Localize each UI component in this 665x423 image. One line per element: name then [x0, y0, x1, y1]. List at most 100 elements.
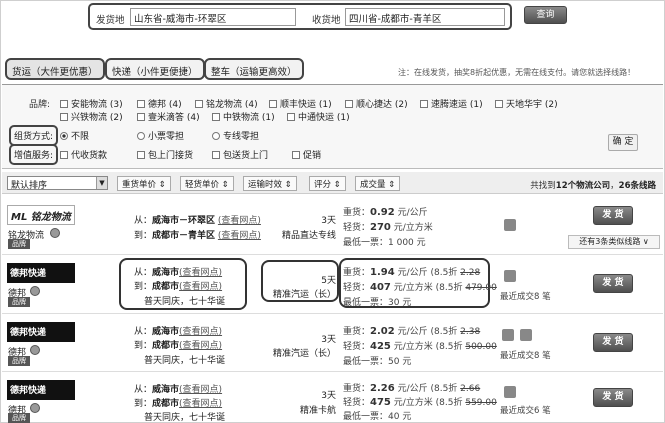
transit-days: 3天	[321, 335, 336, 345]
checkbox-icon[interactable]	[212, 151, 220, 159]
chevron-down-icon[interactable]: ▼	[96, 177, 107, 189]
rating-icon	[30, 345, 40, 355]
checkbox-icon[interactable]	[292, 151, 300, 159]
sort-transit-time-button[interactable]: 运输时效 ⇕	[243, 176, 297, 191]
service-option[interactable]: 包上门接货	[137, 148, 193, 161]
route-row: 德邦快递 德邦 品牌 从：威海市(查看网点) 到：成都市(查看网点) 普天同庆，…	[2, 374, 663, 423]
truck-icon	[504, 219, 516, 231]
brand-option[interactable]: 天地华宇 (2)	[495, 97, 558, 110]
truck-icon	[504, 270, 516, 282]
company-logo: 德邦快递	[7, 263, 75, 283]
brand-option[interactable]: 中铁物流 (1)	[212, 110, 275, 123]
route-to: 到：成都市(查看网点)	[134, 399, 223, 409]
checkbox-icon[interactable]	[195, 100, 203, 108]
checkbox-icon[interactable]	[60, 113, 68, 121]
truck-icon	[520, 329, 532, 341]
light-price: 轻货：475 元/立方米 (8.5折 559.00	[343, 397, 497, 408]
checkbox-icon[interactable]	[137, 113, 145, 121]
brand-option[interactable]: 铭龙物流 (4)	[195, 97, 258, 110]
brand-option[interactable]: 安能物流 (3)	[60, 97, 123, 110]
checkbox-icon[interactable]	[137, 151, 145, 159]
transit-days: 3天	[321, 391, 336, 401]
sort-light-price-button[interactable]: 轻货单价 ⇕	[180, 176, 234, 191]
similar-routes-toggle[interactable]: 还有3条类似线路 ∨	[568, 235, 660, 249]
truck-icon	[504, 386, 516, 398]
mode-option[interactable]: 小票零担	[137, 129, 184, 142]
sort-heavy-price-button[interactable]: 重货单价 ⇕	[117, 176, 171, 191]
company-logo: 德邦快递	[7, 380, 75, 400]
checkbox-icon[interactable]	[137, 100, 145, 108]
view-outlets-link[interactable]: (查看网点)	[218, 216, 261, 226]
transit-days: 3天	[321, 216, 336, 226]
query-button[interactable]: 查询	[524, 6, 567, 24]
from-input[interactable]: 山东省-威海市-环翠区	[130, 8, 296, 26]
promo-note: 注：在线发货，抽奖8折起优惠，无需在线支付。请您就选择线路！	[398, 68, 636, 77]
view-outlets-link[interactable]: (查看网点)	[179, 341, 222, 351]
sort-rating-button[interactable]: 评分 ⇕	[309, 176, 346, 191]
ship-button[interactable]: 发 货	[593, 333, 633, 352]
checkbox-icon[interactable]	[287, 113, 295, 121]
checkbox-icon[interactable]	[60, 151, 68, 159]
radio-selected-icon[interactable]	[60, 132, 68, 140]
brand-option[interactable]: 兴铁物流 (2)	[60, 110, 123, 123]
service-type: 精准汽运（长）	[272, 349, 336, 359]
service-type: 精准汽运（长）	[272, 290, 336, 300]
service-option[interactable]: 代收货款	[60, 148, 107, 161]
radio-icon[interactable]	[212, 132, 220, 140]
brand-option[interactable]: 速腾速运 (1)	[420, 97, 483, 110]
ship-button[interactable]: 发 货	[593, 388, 633, 407]
to-label: 收货地	[312, 15, 341, 26]
mode-option[interactable]: 不限	[60, 129, 89, 142]
service-option[interactable]: 包送货上门	[212, 148, 268, 161]
checkbox-icon[interactable]	[60, 100, 68, 108]
service-filter-label: 增值服务:	[9, 144, 59, 165]
sort-select[interactable]: 默认排序 ▼	[7, 176, 108, 191]
tab-express[interactable]: 快递（小件更便捷）	[105, 58, 205, 80]
checkbox-icon[interactable]	[495, 100, 503, 108]
brand-option[interactable]: 壹米滴答 (4)	[137, 110, 200, 123]
tab-truckload[interactable]: 整车（运输更高效）	[204, 58, 304, 80]
minimum-charge: 最低一票：1 000 元	[343, 238, 426, 248]
confirm-button[interactable]: 确 定	[608, 134, 638, 151]
route-row: ML 铭龙物流 铭龙物流 品牌 从：威海市－环翠区 (查看网点) 到：成都市－青…	[2, 199, 663, 255]
view-outlets-link[interactable]: (查看网点)	[218, 231, 261, 241]
view-outlets-link[interactable]: (查看网点)	[179, 385, 222, 395]
service-type: 精品直达专线	[281, 231, 336, 241]
mode-option[interactable]: 专线零担	[212, 129, 259, 142]
service-option[interactable]: 促销	[292, 148, 321, 161]
checkbox-icon[interactable]	[420, 100, 428, 108]
view-outlets-link[interactable]: (查看网点)	[179, 282, 222, 292]
route-to: 到：成都市(查看网点)	[134, 282, 223, 292]
view-outlets-link[interactable]: (查看网点)	[179, 399, 222, 409]
view-outlets-link[interactable]: (查看网点)	[179, 327, 222, 337]
route-row: 德邦快递 德邦 品牌 从：威海市(查看网点) 到：成都市(查看网点) 普天同庆，…	[2, 257, 663, 314]
ship-button[interactable]: 发 货	[593, 274, 633, 293]
minimum-charge: 最低一票：40 元	[343, 412, 412, 422]
brand-option[interactable]: 顺心捷达 (2)	[345, 97, 408, 110]
from-label: 发货地	[96, 15, 125, 26]
recent-deals: 最近成交8 笔	[500, 351, 551, 361]
minimum-charge: 最低一票：30 元	[343, 298, 412, 308]
radio-icon[interactable]	[137, 132, 145, 140]
tab-freight[interactable]: 货运（大件更优惠）	[5, 58, 105, 80]
route-search-bar: 发货地 山东省-威海市-环翠区 收货地 四川省-成都市-青羊区	[88, 3, 512, 30]
sort-bar: 默认排序 ▼ 重货单价 ⇕ 轻货单价 ⇕ 运输时效 ⇕ 评分 ⇕ 成交量 ⇕ 共…	[2, 172, 663, 194]
brand-option[interactable]: 中通快运 (1)	[287, 110, 350, 123]
view-outlets-link[interactable]: (查看网点)	[179, 268, 222, 278]
ship-button[interactable]: 发 货	[593, 206, 633, 225]
brand-option[interactable]: 顺丰快运 (1)	[269, 97, 332, 110]
recent-deals: 最近成交6 笔	[500, 406, 551, 416]
truck-icon	[502, 329, 514, 341]
service-type: 精准卡航	[299, 406, 336, 416]
to-input[interactable]: 四川省-成都市-青羊区	[345, 8, 505, 26]
checkbox-icon[interactable]	[212, 113, 220, 121]
brand-badge: 品牌	[8, 413, 30, 423]
brand-option[interactable]: 德邦 (4)	[137, 97, 182, 110]
result-count: 共找到12个物流公司，26条线路	[530, 181, 656, 191]
heavy-price: 重货：2.26 元/公斤 (8.5折 2.66	[343, 383, 481, 394]
route-to: 到：成都市(查看网点)	[134, 341, 223, 351]
sort-volume-button[interactable]: 成交量 ⇕	[355, 176, 401, 191]
checkbox-icon[interactable]	[269, 100, 277, 108]
recent-deals: 最近成交8 笔	[500, 292, 551, 302]
checkbox-icon[interactable]	[345, 100, 353, 108]
